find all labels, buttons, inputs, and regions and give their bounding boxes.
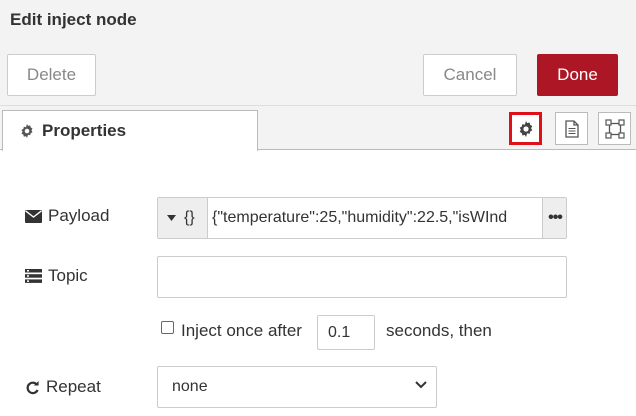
payload-type-symbol: {}: [184, 209, 195, 226]
repeat-icon: [25, 380, 40, 395]
payload-value-input[interactable]: {"temperature":25,"humidity":22.5,"isWIn…: [212, 198, 542, 238]
inject-once-label: Inject once after: [181, 321, 302, 340]
done-button[interactable]: Done: [537, 54, 618, 96]
topic-label: Topic: [25, 266, 88, 286]
frame-icon: [604, 118, 625, 139]
payload-label: Payload: [25, 206, 109, 226]
repeat-select-value: none: [172, 378, 208, 395]
delete-button[interactable]: Delete: [7, 54, 96, 96]
tab-properties[interactable]: Properties: [2, 110, 258, 151]
inject-once-checkbox[interactable]: [161, 321, 174, 334]
topic-label-text: Topic: [48, 266, 88, 285]
inject-once-suffix: seconds, then: [386, 321, 492, 340]
cancel-button[interactable]: Cancel: [423, 54, 517, 96]
payload-label-text: Payload: [48, 206, 110, 225]
description-tab-button[interactable]: [555, 112, 588, 145]
payload-expand-button[interactable]: •••: [542, 198, 566, 238]
inject-once-delay-input[interactable]: [317, 315, 375, 350]
chevron-down-icon: [415, 381, 427, 389]
dialog-title: Edit inject node: [10, 10, 137, 29]
document-icon: [564, 119, 579, 138]
payload-field: {} {"temperature":25,"humidity":22.5,"is…: [157, 197, 567, 239]
repeat-label: Repeat: [25, 377, 101, 397]
envelope-icon: [25, 209, 42, 223]
topic-input[interactable]: [157, 256, 567, 298]
appearance-tab-button[interactable]: [598, 112, 631, 145]
node-settings-tab-button[interactable]: [509, 112, 542, 145]
list-icon: [25, 269, 42, 283]
repeat-label-text: Repeat: [46, 377, 101, 396]
gear-icon: [518, 120, 534, 137]
tab-properties-label: Properties: [42, 121, 127, 140]
repeat-select[interactable]: none: [157, 366, 437, 408]
gear-icon: [20, 124, 34, 138]
payload-type-select[interactable]: {}: [158, 198, 208, 238]
caret-down-icon: [167, 215, 176, 221]
